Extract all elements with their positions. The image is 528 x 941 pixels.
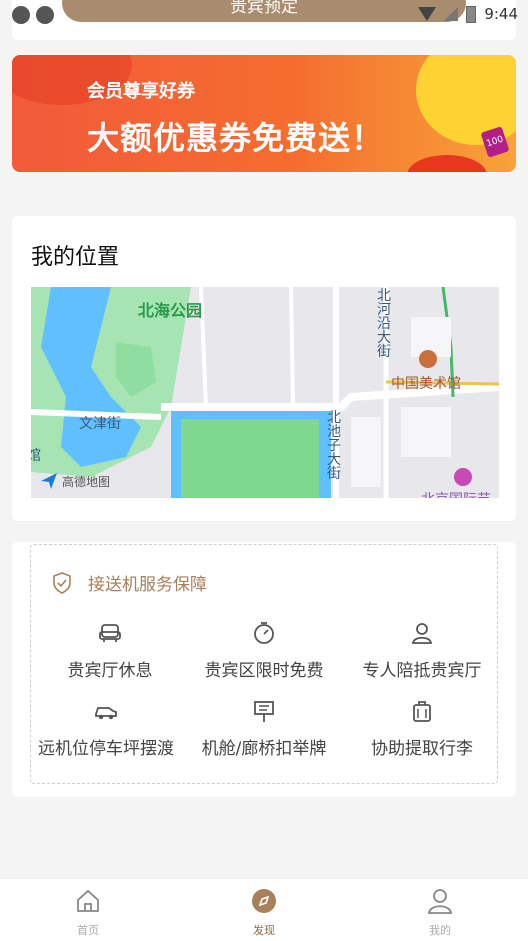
- luggage-icon: [413, 701, 431, 722]
- amap-logo-icon: [41, 473, 57, 489]
- tab-label: 首页: [77, 924, 99, 937]
- service-item: 远机位停车坪摆渡: [26, 698, 186, 759]
- service-item: 协助提取行李: [342, 698, 502, 759]
- status-bar: 9:44: [0, 0, 528, 30]
- banner-subtitle: 会员尊享好券: [87, 81, 195, 102]
- map-label-street: 文津街: [79, 416, 121, 432]
- location-title: 我的位置: [31, 245, 120, 270]
- service-item: 专人陪抵贵宾厅: [342, 620, 502, 681]
- status-time: 9:44: [484, 5, 518, 23]
- tab-mine[interactable]: 我的: [400, 887, 480, 938]
- sign-icon: [254, 701, 274, 722]
- home-icon: [77, 889, 99, 912]
- map-provider-logo: 高德地图: [39, 471, 110, 491]
- map-label-edge: 馆: [31, 448, 41, 464]
- banner-decoration: [407, 155, 487, 172]
- tab-label: 发现: [253, 924, 275, 937]
- service-item-label: 贵宾厅休息: [67, 661, 153, 681]
- wifi-icon: [418, 7, 437, 21]
- user-icon: [427, 889, 453, 914]
- service-item-label: 机舱/廊桥扣举牌: [201, 739, 327, 759]
- tab-home[interactable]: 首页: [48, 887, 128, 938]
- notification-icons: [12, 6, 54, 24]
- service-item-label: 专人陪抵贵宾厅: [362, 661, 482, 681]
- service-item: 贵宾厅休息: [30, 620, 190, 681]
- service-title: 接送机服务保障: [88, 575, 207, 595]
- tab-label: 我的: [429, 924, 451, 937]
- map-label-park: 北海公园: [138, 301, 203, 320]
- signal-icon: [444, 7, 459, 21]
- sofa-icon: [99, 624, 121, 642]
- compass-icon: [252, 889, 276, 913]
- shield-check-icon: [53, 571, 71, 594]
- bottom-tab-bar: 首页 发现 我的: [0, 878, 528, 941]
- tab-discover[interactable]: 发现: [224, 887, 304, 938]
- map-provider-label: 高德地图: [62, 474, 111, 489]
- map-view[interactable]: 北海公园 文津街 北河沿大街 北池子大街 中国美术馆 馆 北京国际节 高德地图: [31, 287, 499, 498]
- person-icon: [411, 623, 433, 644]
- banner-title: 大额优惠券免费送！: [87, 119, 385, 157]
- coupon-banner[interactable]: 会员尊享好券 大额优惠券免费送！ 100: [12, 55, 516, 172]
- map-label-poi: 北京国际节: [421, 489, 491, 498]
- map-label-street: 北池子大街: [327, 410, 341, 482]
- map-label-museum: 中国美术馆: [391, 376, 461, 392]
- service-item: 机舱/廊桥扣举牌: [184, 698, 344, 759]
- system-status: 9:44: [418, 5, 518, 23]
- service-item: 贵宾区限时免费: [184, 620, 344, 681]
- car-icon: [95, 707, 117, 720]
- map-label-street: 北河沿大街: [377, 288, 391, 360]
- service-item-label: 远机位停车坪摆渡: [38, 739, 174, 759]
- service-card: 接送机服务保障 贵宾厅休息 贵宾区限时免费 专人陪抵贵宾厅 远机位停车坪摆渡 机…: [12, 542, 516, 797]
- service-item-label: 协助提取行李: [371, 739, 473, 759]
- stopwatch-icon: [254, 622, 274, 644]
- location-card: 我的位置 北海公园 文津街 北河沿大街 北池子大街 中国美术馆 馆 高德地图: [12, 216, 516, 521]
- service-header: 接送机服务保障: [50, 570, 207, 595]
- battery-icon: [466, 5, 477, 23]
- app-notification-icon: [12, 6, 30, 24]
- app-notification-icon: [36, 6, 54, 24]
- service-item-label: 贵宾区限时免费: [204, 661, 324, 681]
